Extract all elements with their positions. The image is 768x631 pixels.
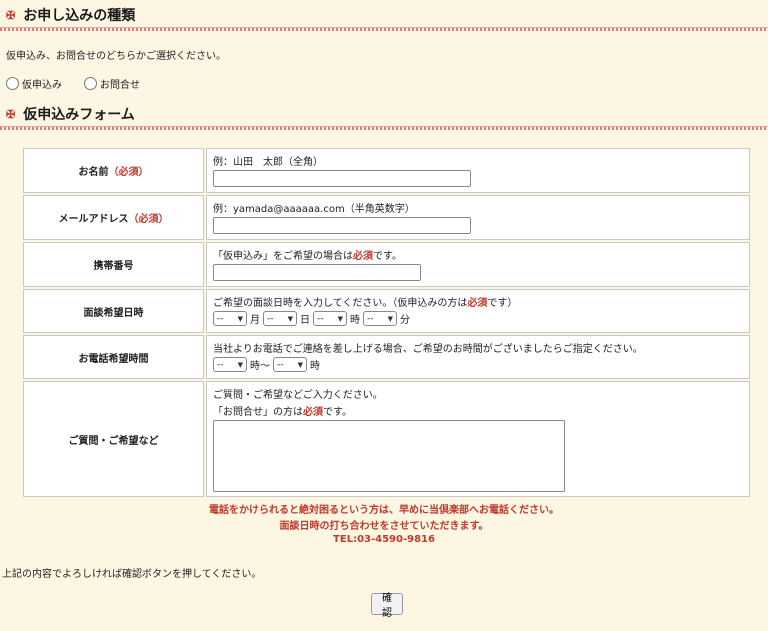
dotted-divider <box>0 27 768 31</box>
phone-time-hint: 当社よりお電話でご連絡を差し上げる場合、ご希望のお時間がございましたらご指定くだ… <box>213 344 643 355</box>
hour-select[interactable]: -- ▼ <box>313 311 347 326</box>
application-form-table: お名前（必須） 例：山田 太郎（全角） メールアドレス（必須） 例：yamada… <box>21 146 752 499</box>
required-mark: （必須） <box>128 214 169 225</box>
required-mark: 必須 <box>467 298 488 309</box>
name-hint: 例：山田 太郎（全角） <box>213 157 323 168</box>
cross-icon: ✠ <box>6 107 16 121</box>
confirm-instruction: 上記の内容でよろしければ確認ボタンを押してください。 <box>2 569 262 580</box>
chevron-down-icon: ▼ <box>337 314 343 323</box>
unit-label: 月 <box>250 315 260 326</box>
form-row-interview: 面談希望日時 ご希望の面談日時を入力してください。（仮申込みの方は必須です） -… <box>23 289 750 333</box>
section-title-text: お申し込みの種類 <box>23 8 136 24</box>
type-instruction: 仮申込み、お問合せのどちらかご選択ください。 <box>6 51 226 62</box>
form-row-phone-time: お電話希望時間 当社よりお電話でご連絡を差し上げる場合、ご希望のお時間がございま… <box>23 335 750 379</box>
radio-label: 仮申込み <box>22 80 62 91</box>
chevron-down-icon: ▼ <box>297 360 303 369</box>
radio-button[interactable] <box>84 77 97 90</box>
type-radio-group: 仮申込み お問合せ <box>6 76 162 91</box>
label-phone-time: お電話希望時間 <box>23 335 204 379</box>
required-mark: 必須 <box>353 251 373 262</box>
chevron-down-icon: ▼ <box>237 360 243 369</box>
unit-label: 時 <box>350 315 360 326</box>
confirm-button[interactable]: 確認 <box>371 593 403 619</box>
radio-button[interactable] <box>6 77 19 90</box>
label-mobile: 携帯番号 <box>23 242 204 287</box>
cross-icon: ✠ <box>6 8 16 22</box>
notice-line-2: 面談日時の打ち合わせをさせていただきます。 <box>279 521 489 532</box>
email-hint: 例：yamada@aaaaaa.com（半角英数字） <box>213 204 415 215</box>
mobile-input[interactable] <box>213 264 421 281</box>
unit-label: 時 <box>310 361 320 372</box>
email-input[interactable] <box>213 217 471 234</box>
label-name: お名前（必須） <box>23 148 204 193</box>
notice-line-1: 電話をかけられると絶対困るという方は、早めに当倶楽部へお電話ください。 <box>209 505 559 516</box>
label-questions: ご質問・ご希望など <box>23 381 204 497</box>
form-row-name: お名前（必須） 例：山田 太郎（全角） <box>23 148 750 193</box>
required-mark: 必須 <box>303 407 323 418</box>
unit-label: 日 <box>300 315 310 326</box>
radio-inquiry[interactable]: お問合せ <box>84 76 140 91</box>
unit-label: 分 <box>400 315 410 326</box>
label-email: メールアドレス（必須） <box>23 195 204 240</box>
radio-label: お問合せ <box>100 80 140 91</box>
questions-hint-required: 「お問合せ」の方は必須です。 <box>213 407 352 418</box>
phone-time-selects: -- ▼ 時〜 -- ▼ 時 <box>213 357 743 372</box>
month-select[interactable]: -- ▼ <box>213 311 247 326</box>
section-title-text: 仮申込みフォーム <box>23 107 135 123</box>
start-hour-select[interactable]: -- ▼ <box>213 357 247 372</box>
form-row-mobile: 携帯番号 「仮申込み」をご希望の場合は必須です。 <box>23 242 750 287</box>
required-mark: （必須） <box>108 167 149 178</box>
chevron-down-icon: ▼ <box>237 314 243 323</box>
dotted-divider <box>0 126 768 130</box>
questions-hint: ご質問・ご希望などご入力ください。 <box>213 390 383 401</box>
interview-hint: ご希望の面談日時を入力してください。（仮申込みの方は必須です） <box>213 298 518 309</box>
radio-provisional[interactable]: 仮申込み <box>6 76 62 91</box>
section-title-type: ✠ お申し込みの種類 <box>0 4 768 26</box>
label-interview: 面談希望日時 <box>23 289 204 333</box>
end-hour-select[interactable]: -- ▼ <box>273 357 307 372</box>
minute-select[interactable]: -- ▼ <box>363 311 397 326</box>
section-title-form: ✠ 仮申込みフォーム <box>0 103 768 125</box>
mobile-hint: 「仮申込み」をご希望の場合は必須です。 <box>213 251 402 262</box>
phone-number: TEL:03-4590-9816 <box>333 534 435 545</box>
questions-textarea[interactable] <box>213 420 565 492</box>
name-input[interactable] <box>213 170 471 187</box>
form-row-email: メールアドレス（必須） 例：yamada@aaaaaa.com（半角英数字） <box>23 195 750 240</box>
unit-label: 時〜 <box>250 361 270 372</box>
interview-datetime-selects: -- ▼ 月 -- ▼ 日 -- ▼ 時 -- ▼ 分 <box>213 311 743 326</box>
chevron-down-icon: ▼ <box>387 314 393 323</box>
chevron-down-icon: ▼ <box>287 314 293 323</box>
form-row-questions: ご質問・ご希望など ご質問・ご希望などご入力ください。 「お問合せ」の方は必須で… <box>23 381 750 497</box>
day-select[interactable]: -- ▼ <box>263 311 297 326</box>
